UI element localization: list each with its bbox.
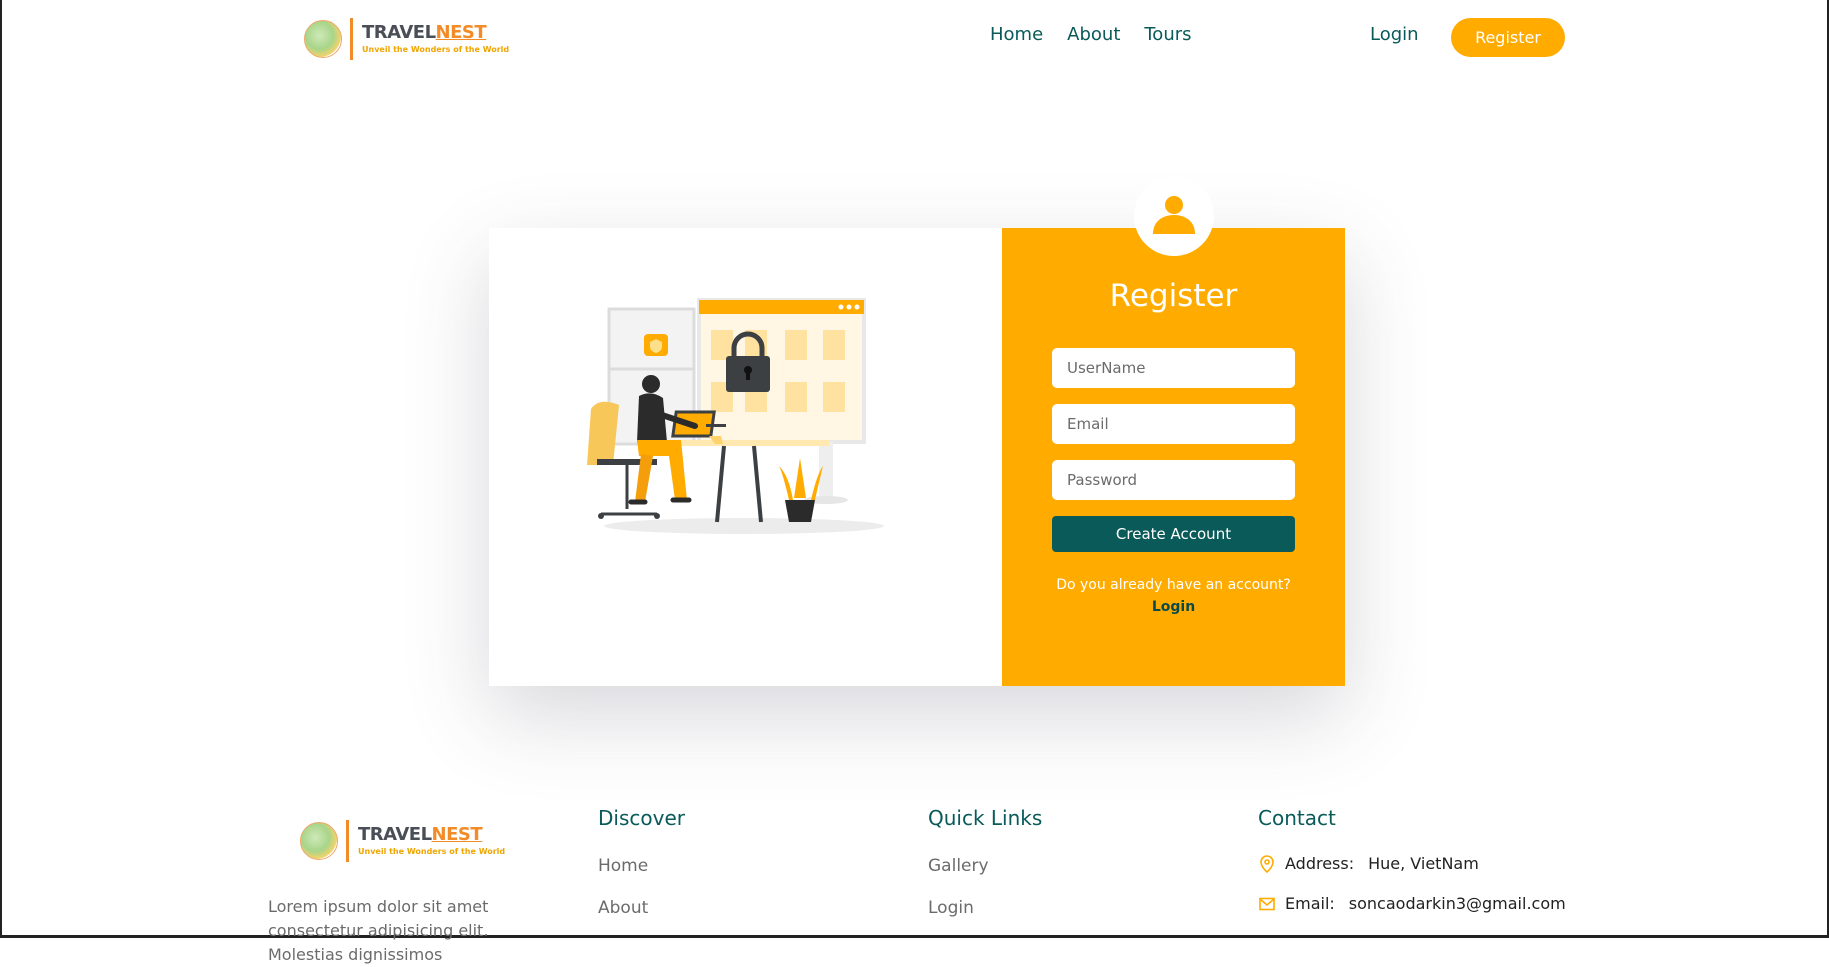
main-nav: Home About Tours xyxy=(990,24,1192,45)
brand-name: TRAVELNEST xyxy=(362,22,487,43)
logo-divider xyxy=(346,820,349,862)
footer-about-text: Lorem ipsum dolor sit amet consectetur a… xyxy=(268,897,489,964)
footer-link-login[interactable]: Login xyxy=(928,898,974,918)
username-input[interactable] xyxy=(1052,348,1295,388)
account-question: Do you already have an account? xyxy=(1056,577,1291,593)
nav-home[interactable]: Home xyxy=(990,24,1043,45)
footer-brand-logo[interactable]: TRAVELNEST Unveil the Wonders of the Wor… xyxy=(300,820,505,862)
register-card: Register Create Account Do you already h… xyxy=(489,176,1345,686)
create-account-button[interactable]: Create Account xyxy=(1052,516,1295,552)
brand-logo[interactable]: TRAVELNEST Unveil the Wonders of the Wor… xyxy=(304,18,509,60)
globe-icon xyxy=(300,822,338,860)
footer-contact-title: Contact xyxy=(1258,806,1336,830)
site-footer: TRAVELNEST Unveil the Wonders of the Wor… xyxy=(2,790,1829,964)
email-input[interactable] xyxy=(1052,404,1295,444)
contact-address: Address: Hue, VietNam xyxy=(1259,854,1479,873)
contact-email: Email: soncaodarkin3@gmail.com xyxy=(1259,894,1566,913)
globe-icon xyxy=(304,20,342,58)
avatar xyxy=(1134,176,1214,256)
mail-icon xyxy=(1259,897,1275,910)
illustration-panel xyxy=(489,228,1002,686)
site-header: TRAVELNEST Unveil the Wonders of the Wor… xyxy=(2,0,1829,75)
password-input[interactable] xyxy=(1052,460,1295,500)
user-avatar-icon xyxy=(1153,196,1195,234)
brand-tagline: Unveil the Wonders of the World xyxy=(362,45,510,54)
footer-link-gallery[interactable]: Gallery xyxy=(928,856,989,876)
form-login-link[interactable]: Login xyxy=(1002,599,1345,615)
header-register-button[interactable]: Register xyxy=(1451,18,1565,57)
footer-quicklinks-title: Quick Links xyxy=(928,806,1043,830)
register-title: Register xyxy=(1109,278,1238,314)
person-at-desk-illustration xyxy=(587,298,884,534)
logo-divider xyxy=(350,18,353,60)
footer-link-home[interactable]: Home xyxy=(598,856,648,876)
map-pin-icon xyxy=(1260,854,1274,873)
footer-link-about[interactable]: About xyxy=(598,898,648,918)
nav-about[interactable]: About xyxy=(1067,24,1120,45)
nav-tours[interactable]: Tours xyxy=(1144,24,1191,45)
header-login-link[interactable]: Login xyxy=(1370,24,1419,45)
footer-discover-title: Discover xyxy=(598,806,685,830)
brand-tagline: Unveil the Wonders of the World xyxy=(358,847,506,856)
brand-name: TRAVELNEST xyxy=(358,824,483,845)
